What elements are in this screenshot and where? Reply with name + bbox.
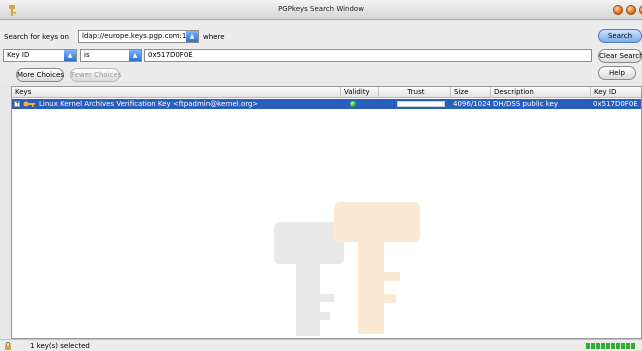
- column-header-validity[interactable]: Validity: [340, 87, 378, 98]
- where-label: where: [203, 33, 225, 41]
- server-select[interactable]: ldap://europe.keys.pgp.com:1137 ▲: [78, 30, 199, 43]
- field-select[interactable]: Key ID ▲: [3, 49, 77, 62]
- server-select-value: ldap://europe.keys.pgp.com:1137: [82, 32, 199, 40]
- column-header-keys[interactable]: Keys: [12, 87, 340, 98]
- search-value-input[interactable]: 0x517D0F0E: [144, 49, 592, 62]
- field-select-value: Key ID: [7, 51, 30, 59]
- more-choices-button[interactable]: More Choices: [16, 68, 64, 82]
- fewer-choices-button[interactable]: Fewer Choices: [70, 68, 121, 82]
- status-text: 1 key(s) selected: [30, 342, 90, 350]
- select-arrows-icon: ▲: [129, 50, 141, 61]
- validity-indicator: [350, 101, 356, 107]
- column-header-description[interactable]: Description: [490, 87, 590, 98]
- key-icon: [23, 101, 35, 107]
- column-header-trust[interactable]: Trust: [378, 87, 450, 98]
- pgp-keys-watermark-icon: [274, 202, 420, 336]
- select-arrows-icon: ▲: [64, 50, 76, 61]
- description-cell: DH/DSS public key: [493, 100, 559, 108]
- results-table[interactable]: Keys Validity Trust Size Description Key…: [11, 86, 642, 339]
- select-arrows-icon: ▲: [186, 31, 198, 42]
- expand-icon[interactable]: +: [14, 101, 20, 107]
- lock-icon: [5, 342, 11, 350]
- search-button[interactable]: Search: [598, 29, 642, 43]
- activity-meter: [586, 343, 638, 349]
- search-prefix-label: Search for keys on: [4, 33, 69, 41]
- key-id-cell: 0x517D0F0E: [593, 100, 638, 108]
- operator-select[interactable]: is ▲: [80, 49, 142, 62]
- table-header: Keys Validity Trust Size Description Key…: [12, 87, 641, 98]
- trust-bar: [397, 101, 445, 107]
- window-title: PGPkeys Search Window: [278, 5, 364, 13]
- key-name-cell: Linux Kernel Archives Verification Key <…: [39, 100, 259, 108]
- help-button[interactable]: Help: [598, 66, 636, 80]
- minimize-icon[interactable]: [613, 5, 623, 15]
- column-header-size[interactable]: Size: [450, 87, 490, 98]
- title-bar[interactable]: PGPkeys Search Window: [0, 0, 642, 20]
- column-header-key-id[interactable]: Key ID: [590, 87, 641, 98]
- table-row[interactable]: + Linux Kernel Archives Verification Key…: [12, 99, 641, 109]
- size-cell: 4096/1024: [453, 100, 490, 108]
- zoom-icon[interactable]: [626, 5, 636, 15]
- search-toolbar: Search for keys on ldap://europe.keys.pg…: [0, 21, 642, 82]
- status-bar: 1 key(s) selected: [0, 339, 642, 351]
- clear-search-button[interactable]: Clear Search: [598, 49, 642, 63]
- operator-select-value: is: [84, 51, 90, 59]
